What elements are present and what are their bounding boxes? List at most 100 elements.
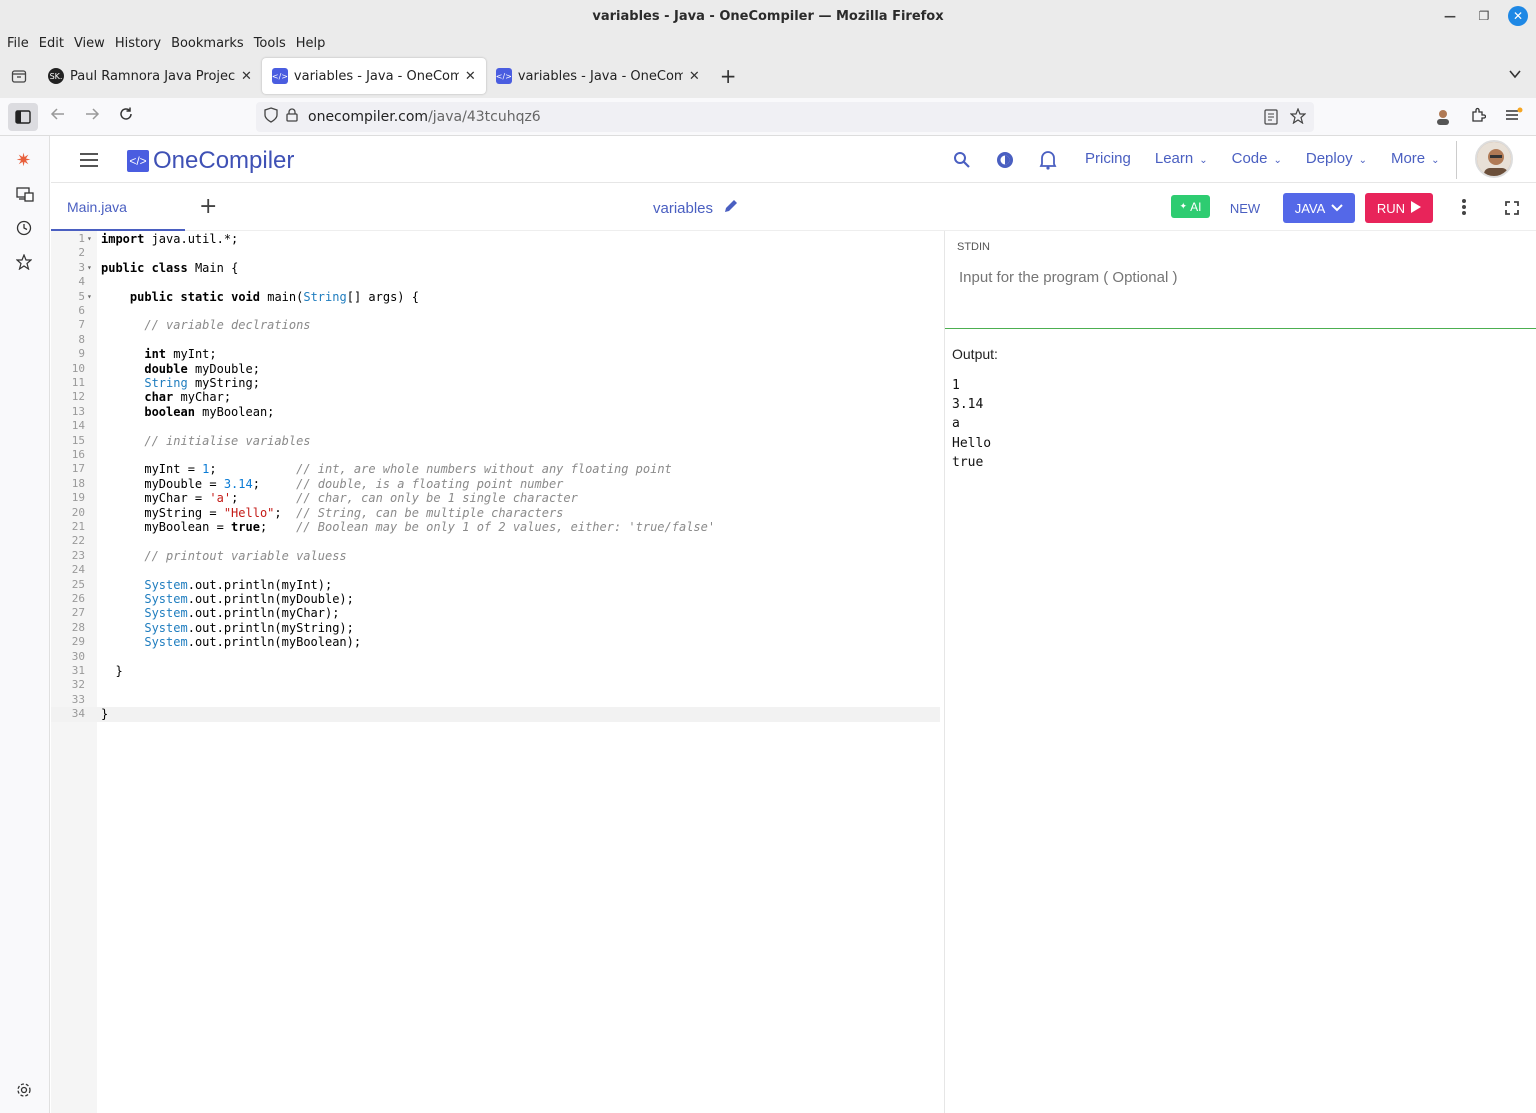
code-line[interactable]: 8 (51, 333, 940, 347)
code-line[interactable]: 29 System.out.println(myBoolean); (51, 635, 940, 649)
code-line[interactable]: 24 (51, 563, 940, 577)
menu-history[interactable]: History (115, 36, 161, 51)
stdin-input[interactable] (957, 267, 1517, 317)
code-line[interactable]: 31 } (51, 664, 940, 678)
file-tab-main-java[interactable]: Main.java (51, 184, 185, 231)
notifications-bell-icon[interactable] (1039, 150, 1057, 174)
code-line[interactable]: 13 boolean myBoolean; (51, 405, 940, 419)
history-icon[interactable] (16, 220, 32, 240)
bookmark-star-icon[interactable] (1289, 107, 1307, 128)
code-line[interactable]: 21 myBoolean = true; // Boolean may be o… (51, 520, 940, 534)
code-line[interactable]: 14 (51, 419, 940, 433)
reader-view-icon[interactable] (1264, 109, 1278, 129)
onecompiler-logo[interactable]: </> OneCompiler (127, 147, 294, 175)
tab-close-icon[interactable]: ✕ (241, 69, 252, 84)
fold-arrow-icon[interactable]: ▾ (87, 290, 92, 304)
sidebar-settings-icon[interactable] (16, 1082, 32, 1102)
code-line[interactable]: 22 (51, 534, 940, 548)
code-line[interactable]: 5 ▾ public static void main(String[] args… (51, 290, 940, 304)
code-line[interactable]: 6 (51, 304, 940, 318)
code-line[interactable]: 34} (51, 707, 940, 722)
editor-toolbar: Main.java + variables ✦ AI NEW JAVA RUN (51, 184, 1536, 231)
list-tabs-icon[interactable] (1508, 66, 1522, 85)
fullscreen-icon[interactable] (1505, 200, 1519, 219)
bookmarks-icon[interactable] (15, 253, 33, 274)
tab-close-icon[interactable]: ✕ (689, 69, 700, 84)
code-line[interactable]: 23 // printout variable valuess (51, 549, 940, 563)
theme-toggle-icon[interactable] (995, 150, 1015, 174)
search-icon[interactable] (953, 151, 971, 173)
synced-tabs-icon[interactable] (16, 186, 34, 206)
code-line[interactable]: 32 (51, 678, 940, 692)
profile-avatar-icon[interactable] (1434, 107, 1452, 129)
menu-help[interactable]: Help (296, 36, 326, 51)
sidebar-toggle-icon[interactable] (8, 103, 38, 131)
forward-icon[interactable] (84, 106, 100, 126)
ai-chatbot-icon[interactable]: ✷ (16, 150, 31, 171)
code-line[interactable]: 9 int myInt; (51, 347, 940, 361)
fold-arrow-icon[interactable]: ▾ (87, 261, 92, 275)
url-bar[interactable]: onecompiler.com/java/43tcuhqz6 (256, 102, 1314, 132)
minimize-icon[interactable]: — (1440, 6, 1460, 26)
close-icon[interactable]: ✕ (1508, 6, 1528, 26)
nav-more[interactable]: More ⌄ (1391, 150, 1440, 167)
code-editor[interactable]: 1 ▾ import java.util.*; 2 3 ▾ public class Mai… (51, 231, 940, 1113)
fold-arrow-icon[interactable]: ▾ (87, 232, 92, 246)
menu-tools[interactable]: Tools (254, 36, 286, 51)
new-tab-icon[interactable]: + (720, 64, 737, 88)
language-select-button[interactable]: JAVA (1283, 193, 1355, 223)
line-number: 1 (78, 232, 85, 245)
nav-code[interactable]: Code ⌄ (1232, 150, 1282, 167)
menu-file[interactable]: File (7, 36, 29, 51)
menu-bookmarks[interactable]: Bookmarks (171, 36, 244, 51)
code-line[interactable]: 17 myInt = 1; // int, are whole numbers … (51, 462, 940, 476)
browser-tab-1[interactable]: SK. Paul Ramnora Java Project | ✕ (38, 58, 262, 94)
more-options-icon[interactable] (1461, 198, 1467, 220)
menu-view[interactable]: View (74, 36, 105, 51)
code-line[interactable]: 25 System.out.println(myInt); (51, 578, 940, 592)
code-line[interactable]: 27 System.out.println(myChar); (51, 606, 940, 620)
nav-deploy[interactable]: Deploy ⌄ (1306, 150, 1367, 167)
code-line[interactable]: 18 myDouble = 3.14; // double, is a floa… (51, 477, 940, 491)
add-file-icon[interactable]: + (199, 194, 217, 219)
back-icon[interactable] (50, 106, 66, 126)
hamburger-menu-icon[interactable] (79, 152, 99, 172)
menu-edit[interactable]: Edit (39, 36, 64, 51)
code-line[interactable]: 4 (51, 275, 940, 289)
code-line[interactable]: 12 char myChar; (51, 390, 940, 404)
code-line[interactable]: 19 myChar = 'a'; // char, can only be 1 … (51, 491, 940, 505)
code-line[interactable]: 3 ▾ public class Main { (51, 261, 940, 275)
new-button[interactable]: NEW (1229, 193, 1261, 223)
code-line[interactable]: 2 (51, 246, 940, 260)
ai-button[interactable]: ✦ AI (1171, 195, 1210, 218)
code-line[interactable]: 7 // variable declrations (51, 318, 940, 332)
code-text: // initialise variables (144, 433, 311, 448)
browser-tab-3[interactable]: </> variables - Java - OneCompi ✕ (486, 58, 710, 94)
line-number: 18 (71, 476, 85, 490)
code-line[interactable]: 15 // initialise variables (51, 434, 940, 448)
reload-icon[interactable] (118, 106, 134, 126)
app-menu-icon[interactable] (1505, 107, 1523, 127)
restore-icon[interactable]: ❐ (1474, 6, 1494, 26)
run-button[interactable]: RUN (1365, 193, 1433, 223)
code-line[interactable]: 30 (51, 650, 940, 664)
code-line[interactable]: 10 double myDouble; (51, 362, 940, 376)
nav-learn[interactable]: Learn ⌄ (1155, 150, 1208, 167)
code-line[interactable]: 1 ▾ import java.util.*; (51, 232, 940, 246)
code-line[interactable]: 11 String myString; (51, 376, 940, 390)
project-name[interactable]: variables (653, 198, 739, 218)
code-line[interactable]: 26 System.out.println(myDouble); (51, 592, 940, 606)
code-line[interactable]: 33 (51, 693, 940, 707)
code-line[interactable]: 16 (51, 448, 940, 462)
tab-close-icon[interactable]: ✕ (465, 69, 476, 84)
code-line[interactable]: 28 System.out.println(myString); (51, 621, 940, 635)
edit-pencil-icon[interactable] (723, 198, 739, 218)
nav-pricing[interactable]: Pricing (1085, 150, 1131, 167)
shield-icon[interactable] (264, 107, 278, 127)
lock-icon[interactable] (286, 108, 298, 126)
browser-tab-2[interactable]: </> variables - Java - OneCompi ✕ (261, 58, 486, 94)
tab-overview-icon[interactable] (0, 68, 38, 84)
code-line[interactable]: 20 myString = "Hello"; // String, can be… (51, 506, 940, 520)
user-avatar[interactable] (1475, 140, 1513, 178)
extensions-icon[interactable] (1470, 107, 1487, 127)
